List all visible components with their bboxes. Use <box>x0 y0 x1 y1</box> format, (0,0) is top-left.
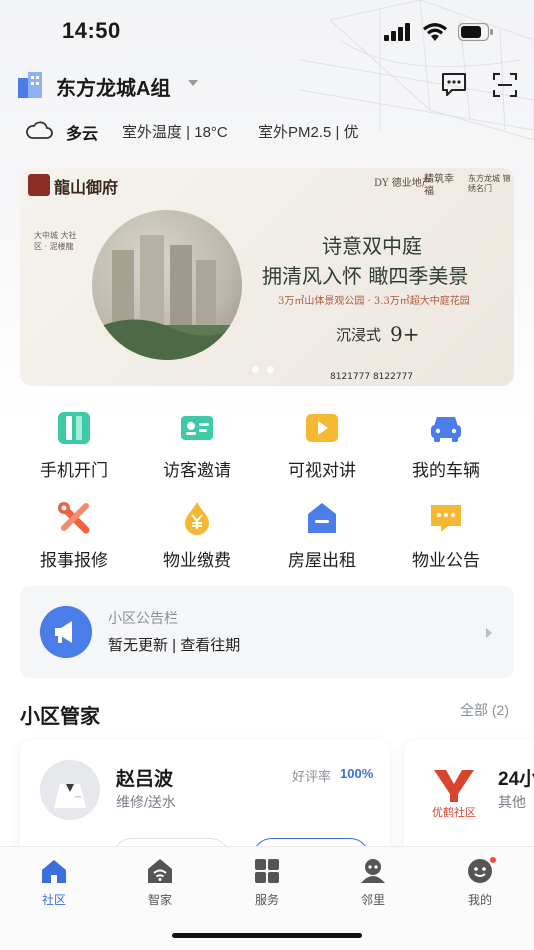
weather-row: 多云 室外温度 | 18°C 室外PM2.5 | 优 <box>0 116 534 146</box>
cellular-signal-icon <box>384 23 410 41</box>
tab-label: 服务 <box>254 893 279 907</box>
cloud-icon <box>26 121 53 139</box>
grid-label: 物业公告 <box>412 551 480 570</box>
grid-item-visitor[interactable]: 访客邀请 <box>135 408 259 488</box>
status-icons <box>384 22 494 42</box>
grid-item-payment[interactable]: 物业缴费 <box>135 498 259 578</box>
grid-label: 物业缴费 <box>163 551 231 570</box>
bottom-tab-bar: 社区 智家 服务 邻里 我的 <box>0 846 534 950</box>
scan-icon[interactable] <box>492 72 518 98</box>
avatar <box>40 760 100 820</box>
grid-label: 可视对讲 <box>288 461 356 480</box>
service-grid: 手机开门 访客邀请 可视对讲 我的车辆 报事报修 物业缴费 房屋出租 物业公告 <box>20 408 514 578</box>
outdoor-pm25: 室外PM2.5 | 优 <box>258 124 359 141</box>
home-icon <box>42 860 66 883</box>
community-home-screen: 14:50 东方龙城A组 多云 室外温度 | 18°C 室外PM2.5 | 优 … <box>0 0 534 950</box>
grid-item-phone-door[interactable]: 手机开门 <box>12 408 136 488</box>
grid-item-announcement[interactable]: 物业公告 <box>384 498 508 578</box>
smart-home-icon <box>148 859 172 883</box>
megaphone-icon <box>40 606 92 658</box>
section-title: 小区管家 <box>20 706 100 728</box>
grid-label: 报事报修 <box>40 551 108 570</box>
app-header: 东方龙城A组 <box>0 66 534 110</box>
status-bar: 14:50 <box>0 0 534 64</box>
notification-badge <box>488 855 498 865</box>
grid-label: 我的车辆 <box>412 461 480 480</box>
tab-label: 社区 <box>41 893 66 907</box>
tab-label: 智家 <box>147 893 172 907</box>
weather-condition: 多云 <box>66 126 99 143</box>
message-icon[interactable] <box>440 70 468 98</box>
banner-headline-1: 诗意双中庭 <box>322 234 422 258</box>
steward-name: 赵吕波 <box>116 769 174 790</box>
grid-item-car[interactable]: 我的车辆 <box>384 408 508 488</box>
rating-label: 好评率 <box>292 769 332 784</box>
battery-icon <box>458 23 493 41</box>
notice-board[interactable]: 小区公告栏 暂无更新 | 查看往期 <box>20 586 514 678</box>
steward-role: 维修/送水 <box>116 794 176 810</box>
notice-title: 小区公告栏 <box>108 610 178 626</box>
banner-brand-slogan: 精筑幸福 <box>424 174 454 197</box>
grid-item-repair[interactable]: 报事报修 <box>12 498 136 578</box>
wifi-icon <box>423 23 447 41</box>
promo-banner[interactable]: 龍山御府 DY 德业地产 精筑幸福 东方龙城 锦绣名门 大中城 大社区 · 泥楼… <box>20 168 514 386</box>
yuan-payment-icon <box>185 502 209 535</box>
tab-neighbors[interactable]: 邻里 <box>333 857 413 917</box>
banner-dot[interactable] <box>252 366 259 373</box>
banner-phone: 8121777 8122777 <box>330 372 414 382</box>
announcement-chat-icon <box>431 505 461 532</box>
status-time: 14:50 <box>62 18 121 43</box>
community-brand-logo: 优鹤社区 <box>432 770 476 819</box>
banner-subline: 3万㎡山体景观公园 · 3.3万㎡超大中庭花园 <box>278 296 470 307</box>
banner-tag: 沉浸式 <box>336 326 382 344</box>
grid-label: 访客邀请 <box>163 461 231 480</box>
tab-profile[interactable]: 我的 <box>440 855 520 917</box>
phone-door-icon <box>58 412 90 444</box>
chevron-right-icon <box>486 628 492 638</box>
notice-body[interactable]: 暂无更新 | 查看往期 <box>108 634 240 655</box>
grid-item-rent[interactable]: 房屋出租 <box>260 498 384 578</box>
car-icon <box>431 417 461 442</box>
grid-label: 房屋出租 <box>288 551 356 570</box>
logo-text: 优鹤社区 <box>432 805 476 819</box>
grid-item-intercom[interactable]: 可视对讲 <box>260 408 384 488</box>
video-intercom-icon <box>306 414 338 442</box>
building-icon <box>18 72 42 98</box>
steward-role: 其他 <box>498 794 526 810</box>
view-all-link[interactable]: 全部 (2) <box>460 700 509 720</box>
banner-dot[interactable] <box>267 366 274 373</box>
chevron-down-icon[interactable] <box>188 80 198 86</box>
banner-pagination[interactable] <box>252 366 274 373</box>
grid-label: 手机开门 <box>40 461 108 480</box>
tab-smart-home[interactable]: 智家 <box>120 857 200 917</box>
services-grid-icon <box>255 859 279 883</box>
rating-value: 100% <box>340 766 374 781</box>
banner-tag-number: 9+ <box>390 322 420 346</box>
outdoor-temperature: 室外温度 | 18°C <box>122 124 228 141</box>
tab-label: 我的 <box>467 893 492 907</box>
visitor-card-icon <box>181 416 213 440</box>
repair-tools-icon <box>58 502 90 534</box>
banner-side-text: 大中城 大社区 · 泥楼龍 <box>34 231 77 251</box>
banner-brand-project: 东方龙城 锦绣名门 <box>468 174 511 193</box>
banner-building-image <box>92 210 242 360</box>
tab-community[interactable]: 社区 <box>14 857 94 917</box>
banner-logo-seal <box>28 174 50 196</box>
house-rent-icon <box>308 503 336 533</box>
tab-label: 邻里 <box>360 893 385 907</box>
neighbors-icon <box>361 859 385 883</box>
banner-logo-text: 龍山御府 <box>54 178 119 197</box>
tab-services[interactable]: 服务 <box>227 857 307 917</box>
steward-name: 24小 <box>498 769 534 790</box>
home-indicator[interactable] <box>172 933 362 938</box>
community-selector[interactable]: 东方龙城A组 <box>56 72 170 101</box>
banner-headline-2: 拥清风入怀 瞰四季美景 <box>262 264 469 288</box>
